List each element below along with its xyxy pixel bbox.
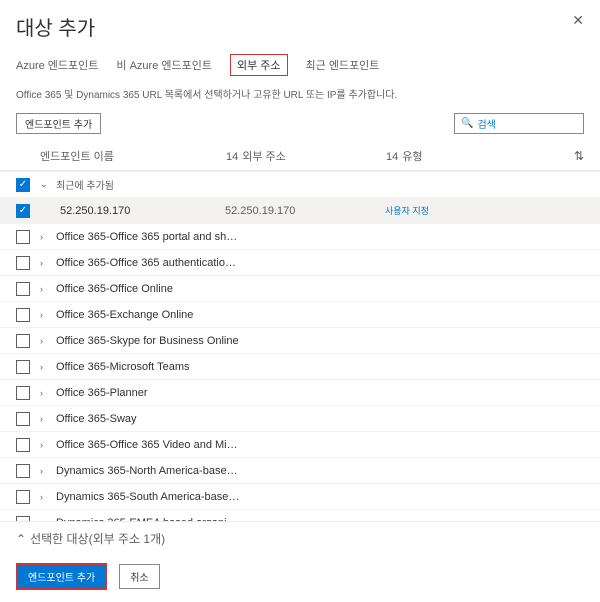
list-item[interactable]: › Office 365-Office Online <box>0 276 600 302</box>
list-item[interactable]: › Office 365-Sway <box>0 406 600 432</box>
page-title: 대상 추가 <box>16 12 584 41</box>
item-name: Dynamics 365-South America-based ... <box>56 491 241 503</box>
add-endpoint-submit-button[interactable]: 엔드포인트 추가 <box>16 563 107 590</box>
list-item[interactable]: › Office 365-Skype for Business Online <box>0 328 600 354</box>
chevron-right-icon[interactable]: › <box>40 440 50 450</box>
list-item[interactable]: › Office 365-Office 365 Video and Micr... <box>0 432 600 458</box>
endpoint-list[interactable]: ✓ ⌄ 최근에 추가됨 ✓52.250.19.17052.250.19.170사… <box>0 171 600 521</box>
item-name: Office 365-Office 365 portal and shar... <box>56 231 241 243</box>
list-item[interactable]: › Dynamics 365-South America-based ... <box>0 484 600 510</box>
item-name: Office 365-Sway <box>56 413 241 425</box>
item-name: Office 365-Office 365 authentication ... <box>56 257 241 269</box>
item-name: Office 365-Exchange Online <box>56 309 241 321</box>
selected-summary[interactable]: ⌃ 선택한 대상(외부 주소 1개) <box>0 522 600 555</box>
group-label: 최근에 추가됨 <box>56 177 241 192</box>
chevron-down-icon[interactable]: ⌄ <box>40 179 50 190</box>
chevron-right-icon[interactable]: › <box>40 362 50 372</box>
chevron-right-icon[interactable]: › <box>40 518 50 522</box>
sort-swap-icon[interactable]: ⇅ <box>574 149 584 163</box>
checkbox[interactable] <box>16 412 30 426</box>
tab-external-address[interactable]: 외부 주소 <box>230 54 288 76</box>
chevron-right-icon[interactable]: › <box>40 388 50 398</box>
chevron-right-icon[interactable]: › <box>40 310 50 320</box>
tab-bar: Azure 엔드포인트 비 Azure 엔드포인트 외부 주소 최근 엔드포인트 <box>0 49 600 82</box>
checkbox[interactable] <box>16 464 30 478</box>
list-item[interactable]: › Office 365-Exchange Online <box>0 302 600 328</box>
checkbox[interactable] <box>16 308 30 322</box>
item-name: Office 365-Microsoft Teams <box>56 361 241 373</box>
column-type[interactable]: 14유형 <box>386 148 574 164</box>
tab-azure-endpoint[interactable]: Azure 엔드포인트 <box>16 57 98 76</box>
item-name: Dynamics 365-EMEA based organizat... <box>56 517 241 522</box>
checkbox[interactable] <box>16 256 30 270</box>
add-endpoint-button[interactable]: 엔드포인트 추가 <box>16 113 101 134</box>
group-row-recent[interactable]: ✓ ⌄ 최근에 추가됨 <box>0 172 600 198</box>
list-item[interactable]: › Office 365-Microsoft Teams <box>0 354 600 380</box>
close-icon[interactable]: ✕ <box>572 12 584 29</box>
column-name[interactable]: 엔드포인트 이름 <box>16 148 226 164</box>
item-name: Office 365-Skype for Business Online <box>56 335 241 347</box>
checkbox[interactable] <box>16 438 30 452</box>
checkbox[interactable] <box>16 360 30 374</box>
chevron-right-icon[interactable]: › <box>40 336 50 346</box>
item-name: Dynamics 365-North America-based ... <box>56 465 241 477</box>
item-name: Office 365-Office 365 Video and Micr... <box>56 439 241 451</box>
search-input[interactable]: 🔍 검색 <box>454 113 584 134</box>
chevron-up-icon: ⌃ <box>16 532 26 546</box>
item-name: 52.250.19.170 <box>40 205 225 217</box>
item-name: Office 365-Office Online <box>56 283 241 295</box>
list-item[interactable]: › Dynamics 365-EMEA based organizat... <box>0 510 600 521</box>
checkbox[interactable]: ✓ <box>16 204 30 218</box>
tab-recent-endpoint[interactable]: 최근 엔드포인트 <box>306 57 380 76</box>
item-address: 52.250.19.170 <box>225 205 385 217</box>
list-item[interactable]: › Office 365-Office 365 authentication ..… <box>0 250 600 276</box>
list-item[interactable]: ✓52.250.19.17052.250.19.170사용자 지정 <box>0 198 600 224</box>
chevron-right-icon[interactable]: › <box>40 284 50 294</box>
chevron-right-icon[interactable]: › <box>40 232 50 242</box>
cancel-button[interactable]: 취소 <box>119 564 159 589</box>
list-item[interactable]: › Dynamics 365-North America-based ... <box>0 458 600 484</box>
search-icon: 🔍 <box>461 118 473 129</box>
chevron-right-icon[interactable]: › <box>40 492 50 502</box>
item-type: 사용자 지정 <box>385 204 584 217</box>
chevron-right-icon[interactable]: › <box>40 414 50 424</box>
checkbox[interactable] <box>16 490 30 504</box>
list-item[interactable]: › Office 365-Planner <box>0 380 600 406</box>
checkbox[interactable] <box>16 230 30 244</box>
search-placeholder: 검색 <box>477 116 495 131</box>
description-text: Office 365 및 Dynamics 365 URL 목록에서 선택하거나… <box>0 82 600 109</box>
item-name: Office 365-Planner <box>56 387 241 399</box>
checkbox[interactable]: ✓ <box>16 178 30 192</box>
chevron-right-icon[interactable]: › <box>40 258 50 268</box>
column-headers: 엔드포인트 이름 14외부 주소 14유형 ⇅ <box>0 142 600 171</box>
tab-non-azure-endpoint[interactable]: 비 Azure 엔드포인트 <box>116 57 212 76</box>
checkbox[interactable] <box>16 334 30 348</box>
column-address[interactable]: 14외부 주소 <box>226 148 386 164</box>
checkbox[interactable] <box>16 516 30 522</box>
checkbox[interactable] <box>16 282 30 296</box>
chevron-right-icon[interactable]: › <box>40 466 50 476</box>
checkbox[interactable] <box>16 386 30 400</box>
list-item[interactable]: › Office 365-Office 365 portal and shar..… <box>0 224 600 250</box>
